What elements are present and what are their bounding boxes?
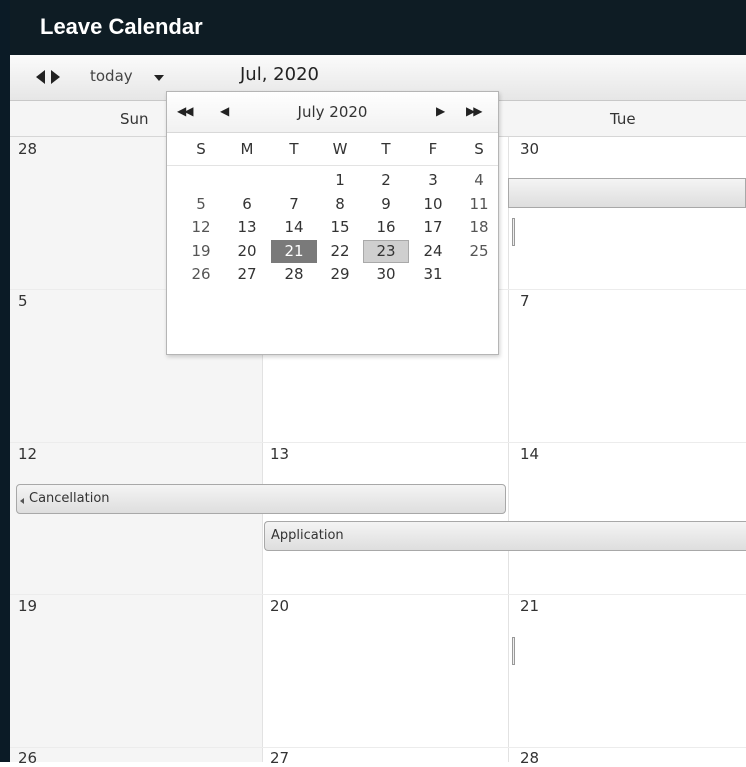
date-picker-day[interactable]: 2 bbox=[363, 169, 409, 192]
day-cell-number[interactable]: 5 bbox=[18, 292, 28, 310]
weekday-label: T bbox=[381, 140, 391, 158]
date-picker-separator bbox=[167, 165, 498, 166]
title-bar: Leave Calendar bbox=[10, 0, 746, 55]
date-picker-day[interactable]: 26 bbox=[178, 263, 224, 286]
continued-left-icon bbox=[20, 498, 24, 504]
date-picker-day[interactable]: 17 bbox=[410, 216, 456, 239]
day-cell-number[interactable]: 14 bbox=[520, 445, 539, 463]
day-cell-number[interactable]: 30 bbox=[520, 140, 539, 158]
day-cell-number[interactable]: 13 bbox=[270, 445, 289, 463]
date-picker-day[interactable]: 16 bbox=[363, 216, 409, 239]
date-picker-day[interactable]: 12 bbox=[178, 216, 224, 239]
day-cell-number[interactable]: 27 bbox=[270, 749, 289, 767]
week-divider bbox=[10, 747, 746, 748]
date-picker-day[interactable]: 8 bbox=[317, 193, 363, 216]
weekday-label: W bbox=[332, 140, 348, 158]
date-picker-day[interactable]: 6 bbox=[224, 193, 270, 216]
caret-down-icon[interactable] bbox=[154, 75, 164, 81]
header-tue: Tue bbox=[610, 110, 636, 128]
app-title: Leave Calendar bbox=[40, 14, 203, 39]
date-picker-day[interactable]: 18 bbox=[456, 216, 502, 239]
date-picker-day[interactable]: 9 bbox=[363, 193, 409, 216]
day-cell-number[interactable]: 21 bbox=[520, 597, 539, 615]
date-picker-day[interactable]: 29 bbox=[317, 263, 363, 286]
date-picker-day[interactable]: 15 bbox=[317, 216, 363, 239]
application-event[interactable]: Application bbox=[264, 521, 746, 551]
date-picker-day[interactable]: 19 bbox=[178, 240, 224, 263]
date-picker-day[interactable]: 3 bbox=[410, 169, 456, 192]
day-cell-number[interactable]: 28 bbox=[520, 749, 539, 767]
caret-left-icon[interactable] bbox=[36, 70, 45, 84]
date-picker-day[interactable]: 1 bbox=[317, 169, 363, 192]
weekday-label: T bbox=[289, 140, 299, 158]
week-divider bbox=[10, 594, 746, 595]
header-sun: Sun bbox=[120, 110, 149, 128]
date-picker-title[interactable]: July 2020 bbox=[167, 103, 498, 121]
week-divider bbox=[10, 442, 746, 443]
day-cell-number[interactable]: 20 bbox=[270, 597, 289, 615]
date-picker-day[interactable]: 27 bbox=[224, 263, 270, 286]
date-picker-day[interactable]: 22 bbox=[317, 240, 363, 263]
event-marker[interactable] bbox=[512, 637, 515, 665]
column-divider bbox=[508, 137, 509, 762]
day-cell-number[interactable]: 7 bbox=[520, 292, 530, 310]
date-picker-day[interactable]: 10 bbox=[410, 193, 456, 216]
next-year-icon[interactable]: ▶▶ bbox=[466, 104, 483, 118]
event-label: Cancellation bbox=[29, 491, 110, 506]
event-marker[interactable] bbox=[512, 218, 515, 246]
date-picker-day[interactable]: 31 bbox=[410, 263, 456, 286]
date-picker-day[interactable]: 24 bbox=[410, 240, 456, 263]
date-picker-day[interactable]: 11 bbox=[456, 193, 502, 216]
date-picker-day[interactable]: 7 bbox=[271, 193, 317, 216]
weekday-label: S bbox=[474, 140, 484, 158]
day-cell-number[interactable]: 12 bbox=[18, 445, 37, 463]
date-picker-day[interactable]: 20 bbox=[224, 240, 270, 263]
weekday-label: S bbox=[196, 140, 206, 158]
date-picker-day[interactable]: 13 bbox=[224, 216, 270, 239]
date-picker-popup: ◀◀ ◀ July 2020 ▶ ▶▶ S M T W T F S 123456… bbox=[166, 91, 499, 355]
weekday-label: M bbox=[240, 140, 254, 158]
date-picker-day[interactable]: 4 bbox=[456, 169, 502, 192]
today-button[interactable]: today bbox=[90, 67, 133, 85]
event-bar-continuation[interactable] bbox=[508, 178, 746, 208]
caret-right-icon[interactable] bbox=[51, 70, 60, 84]
date-picker-day[interactable]: 28 bbox=[271, 263, 317, 286]
date-picker-day[interactable]: 5 bbox=[178, 193, 224, 216]
event-label: Application bbox=[271, 528, 344, 543]
day-cell-number[interactable]: 26 bbox=[18, 749, 37, 767]
date-picker-header: ◀◀ ◀ July 2020 ▶ ▶▶ bbox=[167, 92, 498, 133]
date-picker-day[interactable]: 30 bbox=[363, 263, 409, 286]
day-cell-number[interactable]: 28 bbox=[18, 140, 37, 158]
window-frame-left bbox=[0, 0, 10, 762]
date-picker-day[interactable]: 25 bbox=[456, 240, 502, 263]
date-picker-day[interactable]: 14 bbox=[271, 216, 317, 239]
day-cell-number[interactable]: 19 bbox=[18, 597, 37, 615]
date-picker-day[interactable]: 23 bbox=[363, 239, 409, 263]
weekday-label: F bbox=[428, 140, 438, 158]
next-month-icon[interactable]: ▶ bbox=[436, 104, 445, 118]
cancellation-event[interactable]: Cancellation bbox=[16, 484, 506, 514]
date-picker-day[interactable]: 21 bbox=[271, 239, 317, 263]
current-month-label: Jul, 2020 bbox=[240, 64, 319, 85]
